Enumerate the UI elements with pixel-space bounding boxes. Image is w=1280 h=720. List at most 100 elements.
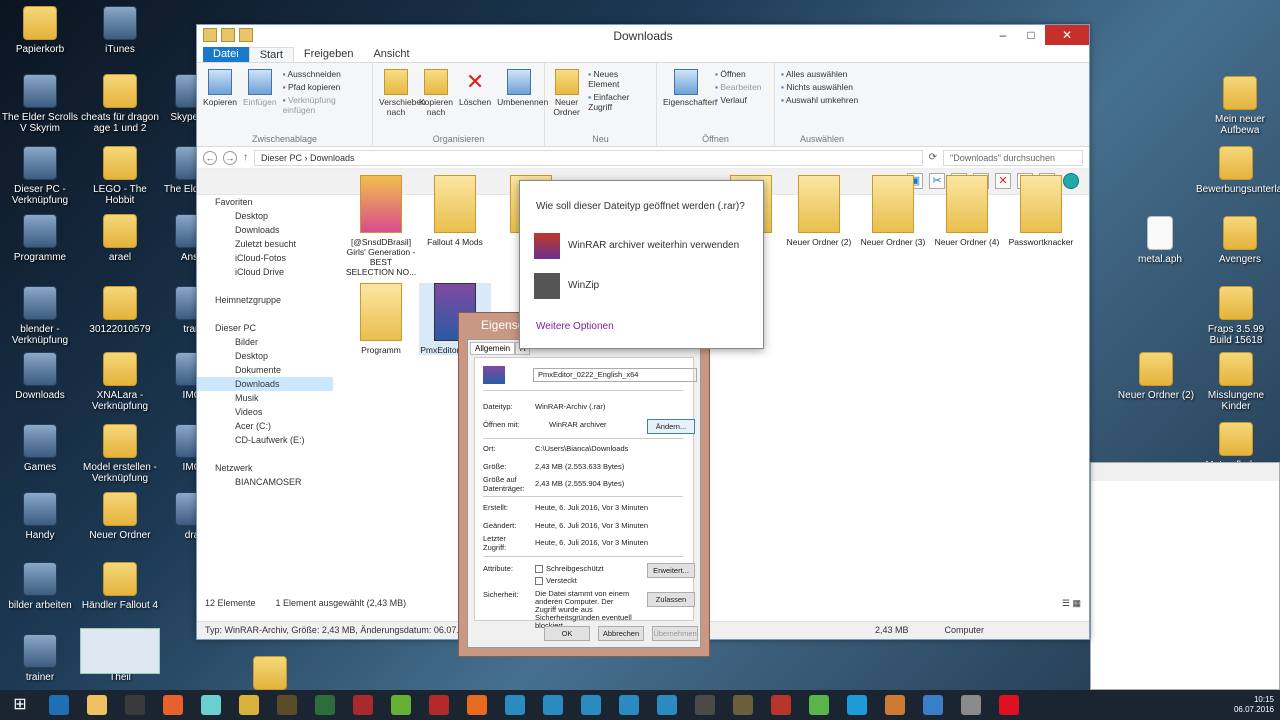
select-none-button[interactable]: Nichts auswählen xyxy=(781,82,858,92)
filename-field[interactable]: PmxEditor_0222_English_x64 xyxy=(533,368,697,382)
search-input[interactable]: "Downloads" durchsuchen xyxy=(943,149,1083,166)
easy-access-button[interactable]: Einfacher Zugriff xyxy=(588,92,650,112)
tab-start[interactable]: Start xyxy=(248,47,294,62)
desktop-icon[interactable]: LEGO - The Hobbit xyxy=(80,146,160,206)
desktop-icon[interactable]: Games xyxy=(0,424,80,473)
breadcrumb-downloads[interactable]: Downloads xyxy=(310,153,355,163)
invert-selection-button[interactable]: Auswahl umkehren xyxy=(781,95,858,105)
taskbar-app-icon[interactable] xyxy=(230,690,268,720)
copy-path-button[interactable]: Pfad kopieren xyxy=(283,82,366,92)
taskbar-app-icon[interactable] xyxy=(952,690,990,720)
nav-desktop[interactable]: Desktop xyxy=(197,209,333,223)
file-item[interactable]: Neuer Ordner (4) xyxy=(931,175,1003,247)
desktop-icon[interactable]: cheats für dragon age 1 und 2 xyxy=(80,74,160,134)
taskbar-app-icon[interactable] xyxy=(724,690,762,720)
taskbar-app-icon[interactable] xyxy=(800,690,838,720)
taskbar-app-icon[interactable] xyxy=(268,690,306,720)
cancel-button[interactable]: Abbrechen xyxy=(598,626,644,641)
nav-music[interactable]: Musik xyxy=(197,391,333,405)
nav-downloads[interactable]: Downloads xyxy=(197,377,333,391)
background-window[interactable] xyxy=(1090,462,1280,690)
breadcrumb-this-pc[interactable]: Dieser PC xyxy=(261,153,302,163)
file-item[interactable]: Fallout 4 Mods xyxy=(419,175,491,247)
nav-this-pc[interactable]: Dieser PC xyxy=(197,321,333,335)
more-options-link[interactable]: Weitere Optionen xyxy=(536,321,614,332)
select-all-button[interactable]: Alles auswählen xyxy=(781,69,858,79)
nav-drive-e[interactable]: CD-Laufwerk (E:) xyxy=(197,433,333,447)
taskbar-app-icon[interactable] xyxy=(420,690,458,720)
nav-favorites[interactable]: Favoriten xyxy=(197,195,333,209)
windows-start-icon[interactable]: ⊞ xyxy=(0,690,40,720)
properties-button[interactable]: Eigenschaften xyxy=(663,67,717,132)
desktop-icon[interactable]: Handy xyxy=(0,492,80,541)
delete-button[interactable]: ✕ Löschen xyxy=(459,67,491,132)
desktop-icon[interactable]: trainer xyxy=(0,634,80,683)
taskbar-app-icon[interactable] xyxy=(154,690,192,720)
edit-button[interactable]: Bearbeiten xyxy=(715,82,761,92)
paste-shortcut-button[interactable]: Verknüpfung einfügen xyxy=(283,95,366,115)
tab-view[interactable]: Ansicht xyxy=(363,47,419,62)
desktop-icon[interactable]: Neuer Ordner (2) xyxy=(1116,352,1196,401)
advanced-button[interactable]: Erweitert... xyxy=(647,563,695,578)
desktop-icon[interactable]: bilder arbeiten xyxy=(0,562,80,611)
taskbar-app-icon[interactable] xyxy=(344,690,382,720)
desktop-icon[interactable]: Misslungene Kinder xyxy=(1196,352,1276,412)
details-view-icon[interactable]: ☰ ▦ xyxy=(1062,598,1081,610)
desktop-icon[interactable]: Papierkorb xyxy=(0,6,80,55)
taskbar-app-icon[interactable] xyxy=(648,690,686,720)
taskbar-app-icon[interactable] xyxy=(382,690,420,720)
file-item[interactable]: Neuer Ordner (3) xyxy=(857,175,929,247)
taskbar-app-icon[interactable] xyxy=(496,690,534,720)
allow-button[interactable]: Zulassen xyxy=(647,592,695,607)
taskbar-app-icon[interactable] xyxy=(534,690,572,720)
desktop-icon[interactable]: The Elder Scrolls V Skyrim xyxy=(0,74,80,134)
nav-homegroup[interactable]: Heimnetzgruppe xyxy=(197,293,333,307)
desktop-icon[interactable]: 30122010579 xyxy=(80,286,160,335)
taskbar-app-icon[interactable] xyxy=(762,690,800,720)
nav-network-pc[interactable]: BIANCAMOSER xyxy=(197,475,333,489)
taskbar-app-icon[interactable] xyxy=(40,690,78,720)
nav-recent[interactable]: Zuletzt besucht xyxy=(197,237,333,251)
desktop-icon[interactable]: metal.aph xyxy=(1120,216,1200,265)
nav-drive-c[interactable]: Acer (C:) xyxy=(197,419,333,433)
tab-share[interactable]: Freigeben xyxy=(294,47,364,62)
up-button[interactable]: ↑ xyxy=(243,152,248,163)
nav-icloud-photos[interactable]: iCloud-Fotos xyxy=(197,251,333,265)
taskbar-app-icon[interactable] xyxy=(610,690,648,720)
taskbar-app-icon[interactable] xyxy=(192,690,230,720)
file-item[interactable]: Programm xyxy=(345,283,417,355)
option-winrar[interactable]: WinRAR archiver weiterhin verwenden xyxy=(534,233,754,261)
address-input[interactable]: Dieser PC › Downloads xyxy=(254,149,923,166)
desktop-icon[interactable]: Fraps 3.5.99 Build 15618 xyxy=(1196,286,1276,346)
taskbar-app-icon[interactable] xyxy=(572,690,610,720)
nav-desktop-pc[interactable]: Desktop xyxy=(197,349,333,363)
nav-icloud-drive[interactable]: iCloud Drive xyxy=(197,265,333,279)
taskbar-app-icon[interactable] xyxy=(990,690,1028,720)
desktop-icon[interactable]: Model erstellen - Verknüpfung xyxy=(80,424,160,484)
desktop-icon[interactable]: iTunes xyxy=(80,6,160,55)
new-folder-button[interactable]: Neuer Ordner xyxy=(551,67,582,132)
tab-file[interactable]: Datei xyxy=(203,47,249,62)
taskbar-app-icon[interactable] xyxy=(686,690,724,720)
paste-button[interactable]: Einfügen xyxy=(243,67,277,132)
nav-videos[interactable]: Videos xyxy=(197,405,333,419)
explorer-titlebar[interactable]: Downloads – □ ✕ xyxy=(197,25,1089,47)
back-button[interactable]: ← xyxy=(203,150,217,165)
open-button[interactable]: Öffnen xyxy=(715,69,762,79)
taskbar-app-icon[interactable] xyxy=(78,690,116,720)
desktop-icon[interactable]: blender - Verknüpfung xyxy=(0,286,80,346)
desktop-icon[interactable]: Dieser PC - Verknüpfung xyxy=(0,146,80,206)
desktop-icon[interactable]: Programme xyxy=(0,214,80,263)
nav-downloads-fav[interactable]: Downloads xyxy=(197,223,333,237)
desktop-icon[interactable]: XNALara - Verknüpfung xyxy=(80,352,160,412)
copy-to-button[interactable]: Kopieren nach xyxy=(419,67,453,132)
option-winzip[interactable]: WinZip xyxy=(534,273,754,301)
refresh-icon[interactable]: ⟳ xyxy=(929,152,937,163)
apply-button[interactable]: Übernehmen xyxy=(652,626,698,641)
close-button[interactable]: ✕ xyxy=(1045,25,1089,45)
ok-button[interactable]: OK xyxy=(544,626,590,641)
system-clock[interactable]: 10:15 06.07.2016 xyxy=(1234,695,1274,715)
copy-button[interactable]: Kopieren xyxy=(203,67,237,132)
desktop-icon[interactable]: arael xyxy=(80,214,160,263)
nav-pictures[interactable]: Bilder xyxy=(197,335,333,349)
